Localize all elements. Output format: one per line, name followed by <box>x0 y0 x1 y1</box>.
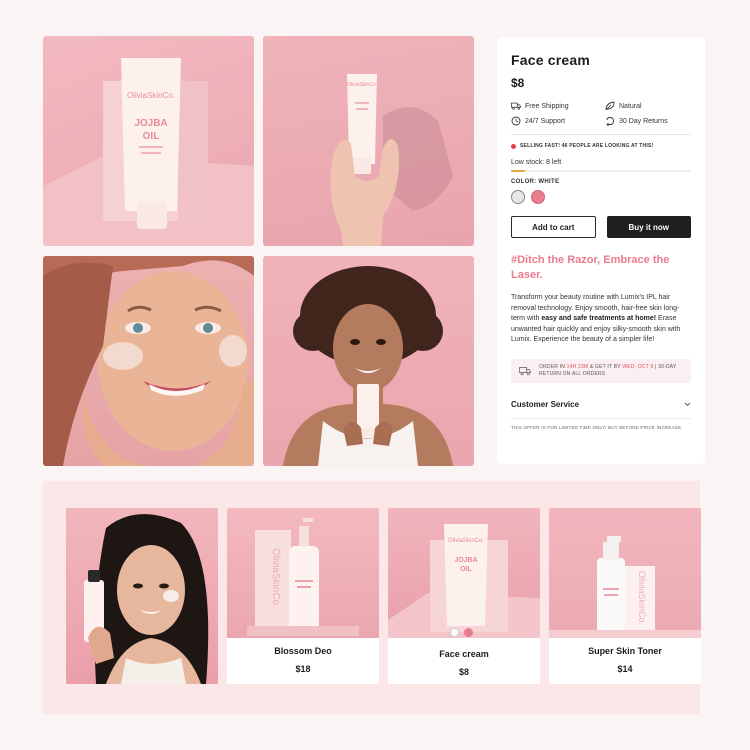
gallery-image-model[interactable] <box>263 256 474 466</box>
gallery-image-product[interactable]: OliviaSkinCo. JOJBA OIL <box>43 36 254 246</box>
svg-text:OliviaSkinCo.: OliviaSkinCo. <box>637 571 647 625</box>
feature-natural: Natural <box>605 101 691 111</box>
related-card-model[interactable] <box>66 508 218 684</box>
blossom-deo-image: OliviaSkinCo. <box>227 508 379 638</box>
feature-returns: 30 Day Returns <box>605 116 691 126</box>
related-card-face-cream[interactable]: OliviaSkinCo. JOJBA OIL Face cream $8 <box>388 508 540 684</box>
promo-headline: #Ditch the Razor, Embrace the Laser. <box>511 254 670 281</box>
product-price: $8 <box>511 76 525 90</box>
related-card-super-skin-toner[interactable]: OliviaSkinCo. Super Skin Toner $14 <box>549 508 701 684</box>
return-icon <box>606 117 614 126</box>
product-tube-image: OliviaSkinCo. JOJBA OIL <box>43 58 254 246</box>
svg-text:JOJBA: JOJBA <box>134 118 167 129</box>
curly-hair-model-image <box>283 266 453 466</box>
divider <box>511 417 691 419</box>
face-cream-image: OliviaSkinCo. JOJBA OIL <box>388 508 540 638</box>
related-card-blossom-deo[interactable]: OliviaSkinCo. Blossom Deo $18 <box>227 508 379 684</box>
card-color-swatches <box>450 628 473 637</box>
gallery-image-hand[interactable]: OliviaSkinCo. <box>263 36 474 246</box>
stock-label: Low stock: 8 left <box>511 159 562 166</box>
feature-list: Free Shipping Natural 24/7 Support 30 Da… <box>511 101 691 126</box>
color-swatch-pink[interactable] <box>531 190 545 204</box>
selling-fast-notice: SELLING FAST! 46 PEOPLE ARE LOOKING AT T… <box>511 143 691 149</box>
color-swatch-white[interactable] <box>511 190 525 204</box>
divider <box>511 134 691 135</box>
related-product-name: Super Skin Toner <box>588 646 662 656</box>
card-swatch-pink[interactable] <box>464 628 473 637</box>
related-product-price: $18 <box>295 664 311 674</box>
gallery-image-face[interactable] <box>43 256 254 466</box>
customer-service-label: Customer Service <box>511 399 580 409</box>
svg-text:OliviaSkinCo.: OliviaSkinCo. <box>448 538 484 544</box>
stock-progress-fill <box>511 170 526 172</box>
buy-now-button[interactable]: Buy it now <box>606 216 691 238</box>
related-product-name: Blossom Deo <box>274 646 332 656</box>
truck-icon <box>511 102 521 110</box>
woman-face-image <box>43 256 254 466</box>
color-swatches <box>511 190 691 204</box>
svg-text:OliviaSkinCo.: OliviaSkinCo. <box>347 82 377 88</box>
add-to-cart-button[interactable]: Add to cart <box>511 216 596 238</box>
feature-free-shipping: Free Shipping <box>511 101 605 111</box>
chevron-down-icon <box>684 402 691 406</box>
related-products-strip: OliviaSkinCo. Blossom Deo $18 OliviaSkin… <box>43 481 701 714</box>
feature-support: 24/7 Support <box>511 116 605 126</box>
limited-offer-note: THIS OFFER IS FOR LIMITED TIME ONLY! BUY… <box>511 424 683 430</box>
related-product-name: Face cream <box>439 649 489 659</box>
product-details-panel: Face cream $8 Free Shipping Natural 24/7… <box>497 37 705 464</box>
delivery-truck-icon <box>519 366 531 375</box>
stock-progress-bar <box>511 170 691 172</box>
svg-text:OIL: OIL <box>143 131 160 142</box>
model-with-bottle-image <box>84 514 209 684</box>
leaf-icon <box>605 101 615 111</box>
delivery-notice: ORDER IN 14H 23M & GET IT BY WED, OCT 9 … <box>511 358 691 383</box>
svg-text:OliviaSkinCo.: OliviaSkinCo. <box>270 548 281 608</box>
customer-service-accordion[interactable]: Customer Service <box>511 400 691 409</box>
color-label: COLOR: WHITE <box>511 179 560 185</box>
support-icon <box>511 116 521 126</box>
delivery-text: ORDER IN 14H 23M & GET IT BY WED, OCT 9 … <box>539 363 677 377</box>
product-title: Face cream <box>511 52 591 68</box>
live-dot-icon <box>511 143 516 149</box>
card-swatch-white[interactable] <box>450 628 459 637</box>
svg-text:OIL: OIL <box>460 566 472 573</box>
super-skin-toner-image: OliviaSkinCo. <box>549 508 701 638</box>
product-gallery: OliviaSkinCo. JOJBA OIL OliviaSkinCo. <box>43 36 474 467</box>
related-product-price: $14 <box>617 664 633 674</box>
hand-holding-tube-image: OliviaSkinCo. <box>330 74 453 246</box>
related-product-price: $8 <box>458 667 469 677</box>
svg-text:JOJBA: JOJBA <box>454 557 477 564</box>
purchase-buttons: Add to cart Buy it now <box>511 216 691 238</box>
product-description: Transform your beauty routine with Lumix… <box>511 294 681 343</box>
svg-text:OliviaSkinCo.: OliviaSkinCo. <box>127 91 175 100</box>
